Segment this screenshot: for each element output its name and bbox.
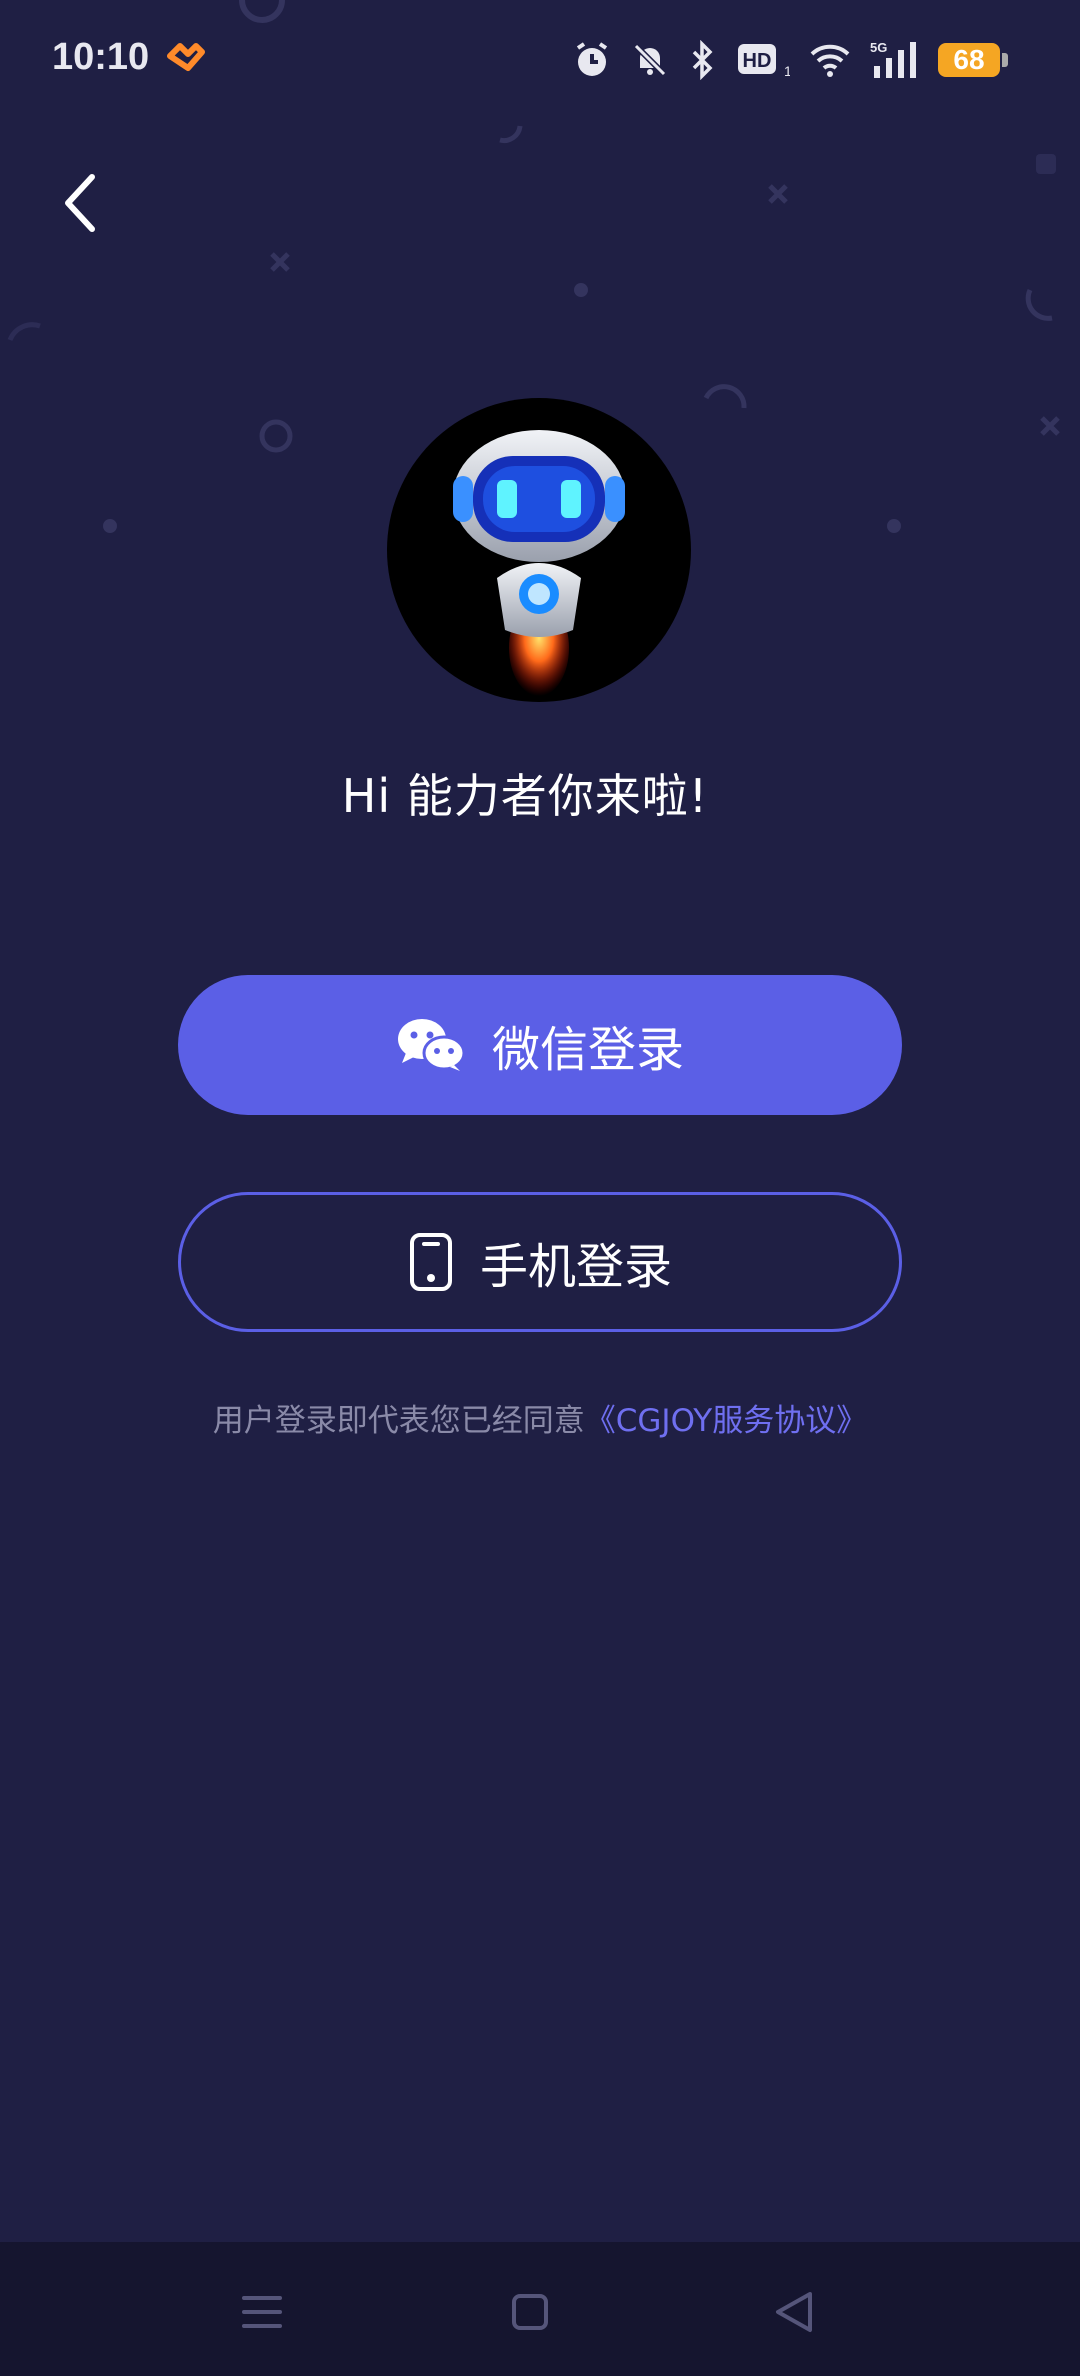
back-nav-button[interactable] <box>764 2282 824 2342</box>
agreement-prefix: 用户登录即代表您已经同意 <box>212 1403 585 1439</box>
menu-button[interactable] <box>232 2282 292 2342</box>
service-agreement-link[interactable]: 《CGJOY服务协议》 <box>585 1403 867 1439</box>
home-button[interactable] <box>500 2282 560 2342</box>
system-nav-bar <box>0 2242 1080 2376</box>
mascot-avatar <box>387 398 691 702</box>
phone-login-label: 手机登录 <box>479 1239 672 1295</box>
home-icon <box>512 2294 548 2330</box>
greeting-text: Hi 能力者你来啦! <box>341 769 709 823</box>
back-triangle-icon <box>776 2292 812 2332</box>
menu-icon <box>242 2296 282 2328</box>
phone-login-button[interactable]: 手机登录 <box>178 1192 902 1332</box>
agreement-text: 用户登录即代表您已经同意《CGJOY服务协议》 <box>0 1395 1080 1440</box>
back-button[interactable] <box>50 168 110 238</box>
chevron-left-icon <box>65 174 95 232</box>
wechat-login-label: 微信登录 <box>491 1022 684 1078</box>
wechat-login-button[interactable]: 微信登录 <box>178 975 902 1115</box>
phone-icon <box>409 1233 452 1291</box>
wechat-icon <box>397 1019 466 1071</box>
